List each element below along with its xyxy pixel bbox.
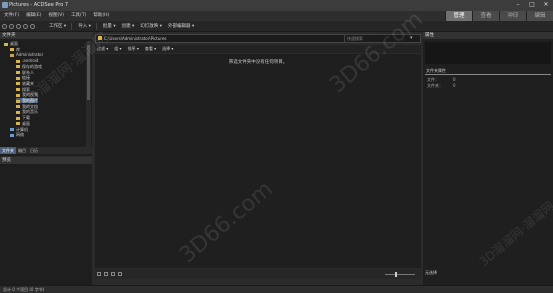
folder-icon xyxy=(10,48,14,52)
folder-icon xyxy=(16,59,20,63)
tree-item[interactable]: 网络 xyxy=(10,132,24,137)
tree-item[interactable]: 计算机 xyxy=(10,127,28,132)
menu-edit[interactable]: 编辑(E) xyxy=(26,11,41,21)
tree-item-label: 链接 xyxy=(22,75,30,81)
menu-file[interactable]: 文件(F) xyxy=(4,11,19,21)
tree-item-label: 下载 xyxy=(22,115,30,121)
maximize-button[interactable]: □ xyxy=(525,1,539,9)
external-editor-menu[interactable]: 外部编辑器 ▾ xyxy=(168,23,194,29)
computer-icon xyxy=(10,133,14,137)
menu-help[interactable]: 帮助(H) xyxy=(93,11,109,21)
tree-item[interactable]: 库 xyxy=(10,47,20,52)
tree-item[interactable]: 保存的游戏 xyxy=(16,64,42,69)
path-divider xyxy=(344,35,345,42)
refresh-icon[interactable] xyxy=(23,23,28,29)
tree-item[interactable]: 联系人 xyxy=(16,70,34,75)
tab-calendar[interactable]: 日历 xyxy=(28,147,40,154)
properties-title: 属性 xyxy=(423,32,553,39)
tree-item[interactable]: 链接 xyxy=(16,75,30,80)
folder-icon xyxy=(16,65,20,69)
forward-icon[interactable] xyxy=(9,23,14,29)
zoom-slider[interactable] xyxy=(385,274,415,275)
view-mode-icon[interactable] xyxy=(97,272,101,276)
minimize-button[interactable]: – xyxy=(511,1,525,9)
mode-tab-develop[interactable]: 冲印 xyxy=(499,11,526,21)
view-menu[interactable]: 查看 ▾ xyxy=(145,46,156,52)
file-list-pane[interactable]: 筛选文件夹中没有任何项目。 xyxy=(95,54,421,268)
folder-icon xyxy=(16,71,20,74)
up-icon[interactable] xyxy=(16,23,21,29)
folder-icon xyxy=(16,88,20,92)
tab-folders[interactable]: 文件夹 xyxy=(0,147,16,154)
field-value: 0 xyxy=(453,83,456,88)
slideshow-menu[interactable]: 幻灯放映 ▾ xyxy=(140,23,162,29)
menu-view[interactable]: 视图(V) xyxy=(48,11,64,21)
folder-icon xyxy=(16,82,20,86)
title-bar: Pictures - ACDSee Pro 7 – □ ✕ xyxy=(0,0,553,11)
status-text: 总计 0 个项目 (0 字节) xyxy=(3,287,45,292)
details-icon[interactable] xyxy=(111,272,115,276)
home-icon[interactable] xyxy=(30,23,35,29)
quick-search-input[interactable]: 快速搜索 xyxy=(347,36,363,42)
mode-tab-view[interactable]: 查看 xyxy=(472,11,499,21)
tree-item-label: 联系人 xyxy=(22,69,34,75)
tree-item-label: 计算机 xyxy=(16,126,28,132)
import-menu[interactable]: 导入 ▾ xyxy=(78,23,91,29)
tree-item[interactable]: .android xyxy=(16,58,38,63)
properties-preview xyxy=(425,42,551,64)
toolbar: 工作区 ▾ 导入 ▾ 批量 ▾ 创建 ▾ 幻灯放映 ▾ 外部编辑器 ▾ xyxy=(0,21,553,32)
window-title: Pictures - ACDSee Pro 7 xyxy=(9,2,69,8)
folder-icon xyxy=(4,42,8,46)
tree-item[interactable]: 桌面 xyxy=(16,121,30,126)
tab-catalog[interactable]: 编目 xyxy=(16,147,28,154)
tree-item-label: 桌面 xyxy=(10,41,18,46)
tree-item-label: Administrator xyxy=(16,52,44,58)
folder-icon xyxy=(16,76,20,80)
workspace-menu[interactable]: 工作区 ▾ xyxy=(49,23,66,29)
section-divider xyxy=(425,74,551,75)
sort-menu[interactable]: 排序 ▾ xyxy=(128,46,139,52)
preview-panel-title: 预览 xyxy=(0,157,92,164)
field-label: 文件夹： xyxy=(427,83,443,88)
folder-icon xyxy=(16,116,20,120)
mode-tab-edit[interactable]: 编辑 xyxy=(526,11,553,21)
tree-item-label: 网络 xyxy=(16,132,24,138)
left-panel-tabs: 文件夹 编目 日历 xyxy=(0,147,92,154)
folder-icon xyxy=(16,122,20,126)
tree-item-label: 桌面 xyxy=(22,120,30,126)
close-button[interactable]: ✕ xyxy=(539,1,553,9)
folder-icon xyxy=(16,105,20,109)
create-menu[interactable]: 创建 ▾ xyxy=(122,23,135,29)
grid-icon[interactable] xyxy=(104,272,108,276)
tree-item[interactable]: 桌面 xyxy=(4,41,18,46)
selection-label: 无选择 xyxy=(425,270,437,275)
group-menu[interactable]: 组 ▾ xyxy=(114,46,121,52)
tree-item-label: 库 xyxy=(16,46,20,52)
tree-item-label: .android xyxy=(22,58,39,64)
tree-item[interactable]: Administrator xyxy=(10,52,43,57)
back-icon[interactable] xyxy=(2,23,7,29)
mode-tab-manage[interactable]: 管理 xyxy=(445,11,472,21)
toolbar-divider xyxy=(71,22,73,30)
app-icon xyxy=(2,2,8,8)
zoom-slider-thumb[interactable] xyxy=(395,272,397,277)
folders-panel-title: 文件夹 xyxy=(0,32,92,39)
tree-item[interactable]: 下载 xyxy=(16,115,30,120)
list-icon[interactable] xyxy=(118,272,122,276)
path-input[interactable]: C:\Users\Administrator\Pictures xyxy=(104,36,167,41)
bottom-bar xyxy=(95,269,421,279)
folder-icon xyxy=(16,110,20,114)
menu-tools[interactable]: 工具(T) xyxy=(71,11,86,21)
select-menu[interactable]: 选择 ▾ xyxy=(162,46,173,52)
field-value: 0 xyxy=(453,77,456,82)
tree-item-label: 保存的游戏 xyxy=(22,63,42,69)
computer-icon xyxy=(10,128,14,131)
preview-panel: 预览 xyxy=(0,157,92,285)
batch-menu[interactable]: 批量 ▾ xyxy=(103,23,116,29)
status-bar: 总计 0 个项目 (0 字节) xyxy=(0,285,553,292)
user-folder-icon xyxy=(10,53,14,57)
